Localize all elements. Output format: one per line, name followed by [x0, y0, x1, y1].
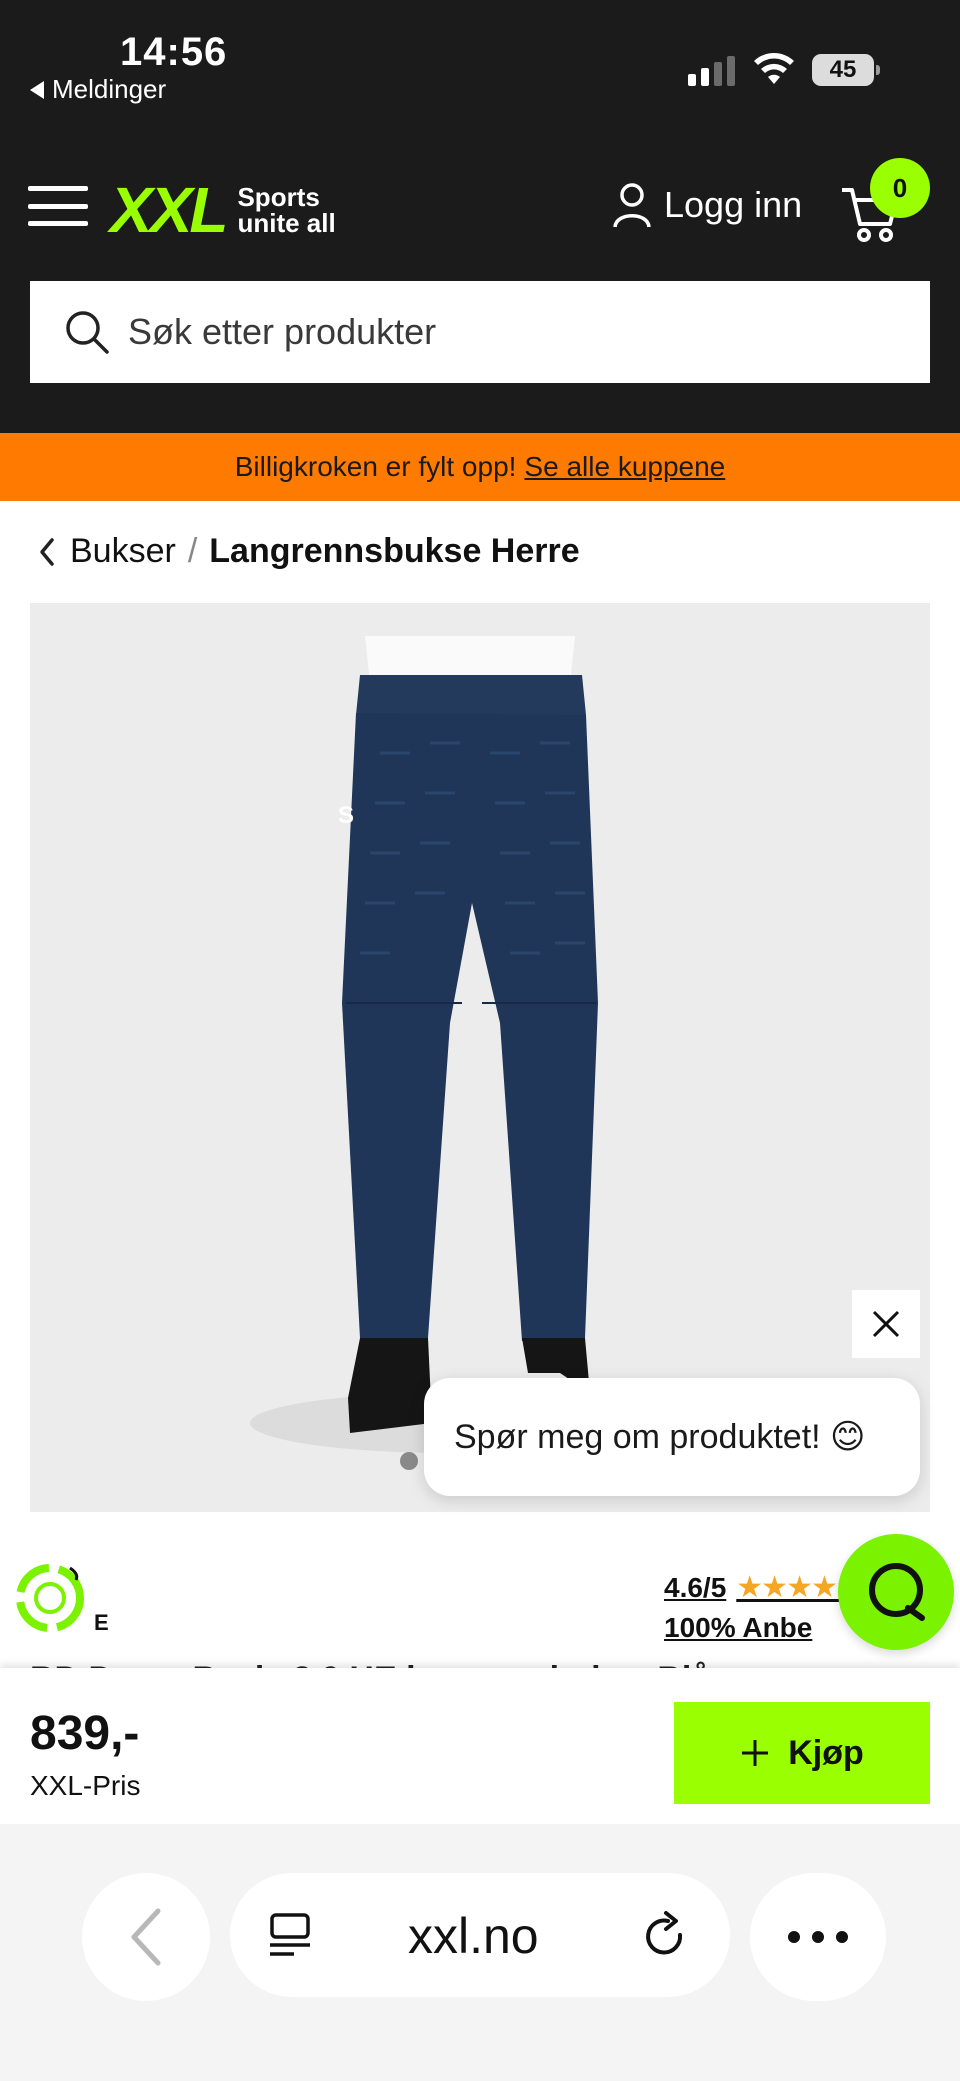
logo-tagline-2: unite all	[237, 208, 336, 238]
promo-banner: Billigkroken er fylt opp! Se alle kuppen…	[0, 433, 960, 501]
url-text: xxl.no	[408, 1908, 539, 1964]
menu-icon[interactable]	[28, 186, 88, 226]
image-carousel-dot[interactable]	[400, 1452, 418, 1470]
login-label: Logg inn	[664, 184, 803, 225]
cart-count-badge: 0	[870, 158, 930, 218]
price: 839,-	[30, 1707, 140, 1760]
back-app-label: Meldinger	[52, 74, 167, 104]
buy-button[interactable]: Kjøp	[674, 1702, 930, 1804]
user-icon	[613, 183, 651, 228]
breadcrumb-current: Langrennsbukse Herre	[209, 532, 580, 570]
close-icon	[872, 1310, 900, 1338]
wifi-icon	[754, 53, 794, 84]
battery-indicator: 45	[812, 54, 880, 86]
breadcrumb: Bukser / Langrennsbukse Herre	[36, 532, 580, 571]
close-chat-button[interactable]	[852, 1290, 920, 1358]
back-to-app[interactable]: Meldinger	[30, 74, 166, 105]
reader-view-icon[interactable]	[266, 1911, 316, 1961]
buy-label: Kjøp	[788, 1733, 864, 1772]
chat-prompt-bubble[interactable]: Spør meg om produktet! 😊	[424, 1378, 920, 1496]
search-bar[interactable]	[30, 281, 930, 383]
rating-value: 4.6/5	[664, 1571, 727, 1603]
breadcrumb-parent[interactable]: Bukser	[70, 532, 176, 571]
rating-link[interactable]: 4.6/5 ★★★★★	[664, 1570, 863, 1605]
breadcrumb-separator: /	[187, 532, 198, 570]
chat-bubble-icon	[869, 1563, 925, 1621]
chat-button[interactable]	[838, 1534, 954, 1650]
search-input[interactable]	[128, 311, 888, 353]
eco-label: E	[94, 1610, 109, 1635]
promo-text: Billigkroken er fylt opp!	[234, 451, 517, 482]
svg-text:S: S	[338, 802, 354, 829]
price-label: XXL-Pris	[30, 1770, 141, 1801]
chevron-left-icon[interactable]	[36, 536, 58, 568]
reload-icon[interactable]	[640, 1909, 692, 1965]
ellipsis-icon	[788, 1931, 848, 1943]
product-image[interactable]: S	[30, 603, 930, 1512]
status-time: 14:56	[120, 30, 228, 74]
logo-tagline: Sports unite all	[237, 184, 335, 236]
back-triangle-icon	[30, 80, 44, 99]
browser-back-button[interactable]	[82, 1873, 210, 2001]
login-button[interactable]: Logg inn	[612, 182, 802, 228]
product-photo-pants: S	[250, 636, 650, 1453]
promo-link[interactable]: Se alle kuppene	[524, 451, 725, 483]
chevron-left-icon	[131, 1908, 161, 1966]
logo-wordmark: XXL	[110, 174, 228, 246]
more-options-button[interactable]	[750, 1873, 886, 2001]
plus-icon	[742, 1740, 769, 1766]
search-icon	[66, 311, 109, 354]
eco-recycle-icon	[16, 1564, 84, 1632]
cellular-signal-icon	[688, 54, 735, 86]
recommend-link[interactable]: 100% Anbe	[664, 1612, 812, 1644]
xxl-logo[interactable]: XXL Sports unite all	[110, 178, 336, 242]
address-bar[interactable]: xxl.no	[230, 1873, 730, 1997]
